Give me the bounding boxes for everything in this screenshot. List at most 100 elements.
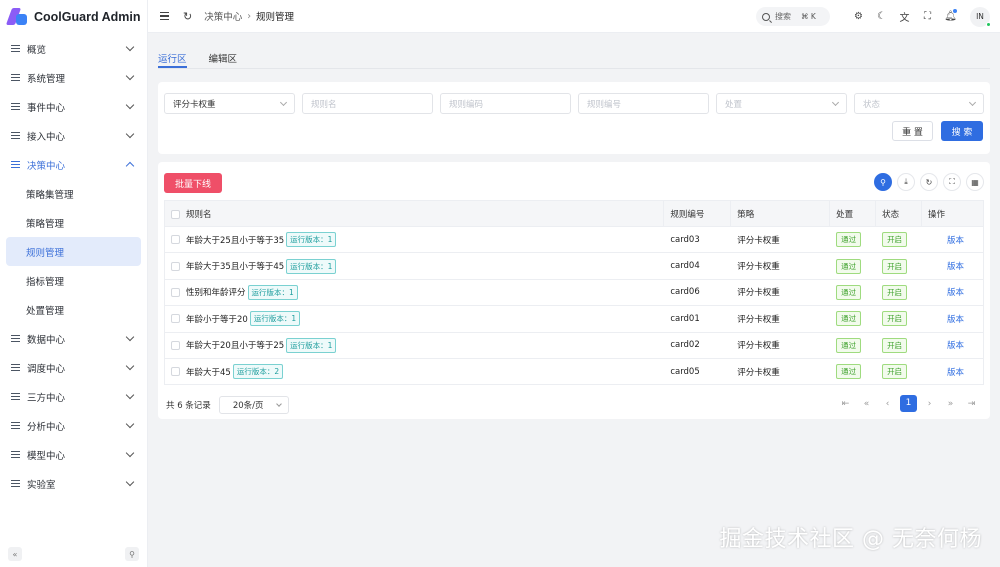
- table-row: 年龄大于25且小于等于35 运行版本：1 card03 评分卡权重 通过 开启 版…: [163, 226, 984, 254]
- menu-icon: [11, 102, 20, 111]
- breadcrumb-item[interactable]: 决策中心: [204, 9, 242, 23]
- version-link[interactable]: 版本: [928, 286, 983, 298]
- sidebar-item-lab[interactable]: 实验室: [0, 469, 147, 498]
- version-tag: 运行版本：1: [249, 311, 301, 327]
- refresh-icon[interactable]: ↻: [183, 10, 192, 23]
- chevron-down-icon: [831, 98, 840, 107]
- sidebar-item-decision[interactable]: 决策中心: [0, 150, 147, 179]
- prev-group-icon[interactable]: «: [856, 399, 877, 409]
- disposal-tag: 通过: [836, 311, 862, 327]
- rule-name: 年龄大于45: [186, 367, 231, 378]
- chevron-down-icon: [275, 401, 282, 407]
- sidebar-item-label: 概览: [27, 44, 47, 56]
- column-settings-icon[interactable]: ▦: [966, 173, 984, 191]
- batch-offline-button[interactable]: 批量下线: [164, 173, 222, 193]
- table-row: 性别和年龄评分 运行版本：1 card06 评分卡权重 通过 开启 版本: [163, 279, 984, 307]
- sidebar-item-label: 三方中心: [27, 392, 66, 404]
- toggle-search-icon[interactable]: ⚲: [874, 173, 892, 191]
- sidebar-item-access[interactable]: 接入中心: [0, 121, 147, 150]
- row-checkbox[interactable]: [171, 367, 180, 377]
- dark-mode-moon-icon[interactable]: ☾: [870, 11, 893, 22]
- disposal-select[interactable]: 处置: [716, 93, 847, 114]
- sidebar-item-system[interactable]: 系统管理: [0, 63, 147, 92]
- page-nav: ⇤ « ‹ 1 › » ⇥: [835, 395, 982, 412]
- collapse-sidebar-icon[interactable]: «: [8, 547, 22, 561]
- page-number-current[interactable]: 1: [900, 395, 917, 412]
- select-all-checkbox[interactable]: [171, 209, 180, 219]
- tab-editing[interactable]: 编辑区: [209, 45, 238, 68]
- row-checkbox[interactable]: [171, 340, 180, 350]
- sidebar-item-model[interactable]: 模型中心: [0, 440, 147, 469]
- bell-icon[interactable]: 🔔︎: [939, 9, 962, 22]
- search-button[interactable]: 搜 索: [941, 121, 983, 141]
- menu-icon: [11, 392, 20, 401]
- sidebar-item-thirdparty[interactable]: 三方中心: [0, 382, 147, 411]
- download-icon[interactable]: ⤓: [897, 173, 915, 191]
- col-label: 规则名: [186, 209, 212, 220]
- refresh-icon[interactable]: ↻: [920, 173, 938, 191]
- row-checkbox[interactable]: [171, 287, 180, 297]
- version-tag: 运行版本：1: [286, 337, 337, 353]
- rule-strategy: 评分卡权重: [730, 279, 830, 307]
- page-size-select[interactable]: 20条/页: [218, 396, 289, 414]
- rule-number-input[interactable]: 规则编号: [578, 93, 709, 114]
- rule-strategy: 评分卡权重: [730, 226, 830, 254]
- version-link[interactable]: 版本: [928, 313, 983, 325]
- col-rule-name[interactable]: 规则名: [163, 200, 665, 227]
- hamburger-icon[interactable]: [160, 12, 169, 20]
- version-link[interactable]: 版本: [928, 260, 983, 272]
- sidebar-item-overview[interactable]: 概览: [0, 34, 147, 63]
- disposal-tag: 通过: [836, 258, 862, 274]
- tab-running[interactable]: 运行区: [158, 45, 187, 68]
- sidebar-subitem-disposal[interactable]: 处置管理: [0, 295, 147, 324]
- last-page-icon[interactable]: ⇥: [961, 399, 982, 409]
- rule-name-input[interactable]: 规则名: [302, 93, 433, 114]
- avatar[interactable]: IN: [970, 6, 991, 27]
- sidebar-item-data[interactable]: 数据中心: [0, 324, 147, 353]
- sidebar-subitem-strategy[interactable]: 策略管理: [0, 208, 147, 237]
- strategy-select[interactable]: 评分卡权重: [164, 93, 295, 114]
- sidebar-item-label: 实验室: [27, 479, 56, 491]
- pin-icon[interactable]: ⚲: [125, 547, 139, 561]
- next-group-icon[interactable]: »: [940, 399, 961, 409]
- brand[interactable]: CoolGuard Admin: [0, 0, 147, 34]
- prev-page-icon[interactable]: ‹: [877, 399, 898, 409]
- sidebar-subitem-rules[interactable]: 规则管理: [6, 237, 141, 266]
- sidebar-item-label: 调度中心: [27, 363, 66, 375]
- settings-gear-icon[interactable]: ⚙: [847, 11, 870, 22]
- disposal-placeholder: 处置: [725, 99, 743, 110]
- search-icon: [762, 12, 770, 21]
- sidebar-subitem-strategy-set[interactable]: 策略集管理: [0, 179, 147, 208]
- fullscreen-icon[interactable]: ⛶: [916, 11, 939, 22]
- menu-icon: [11, 363, 20, 372]
- chevron-down-icon: [125, 390, 135, 400]
- row-checkbox[interactable]: [171, 235, 180, 245]
- version-link[interactable]: 版本: [928, 339, 983, 351]
- menu-icon: [11, 450, 20, 459]
- sidebar-item-analysis[interactable]: 分析中心: [0, 411, 147, 440]
- app-title: CoolGuard Admin: [34, 10, 141, 24]
- chevron-down-icon: [125, 419, 135, 429]
- translate-icon[interactable]: 文: [893, 9, 916, 24]
- first-page-icon[interactable]: ⇤: [835, 399, 856, 409]
- fullscreen-icon[interactable]: ⛶: [943, 173, 961, 191]
- global-search[interactable]: 搜索 ⌘ K: [756, 7, 830, 26]
- row-checkbox[interactable]: [171, 314, 180, 324]
- next-page-icon[interactable]: ›: [919, 399, 940, 409]
- status-badge: 开启: [882, 311, 908, 327]
- sidebar-item-label: 事件中心: [27, 102, 66, 114]
- sidebar-item-events[interactable]: 事件中心: [0, 92, 147, 121]
- version-link[interactable]: 版本: [928, 366, 983, 378]
- reset-button[interactable]: 重 置: [892, 121, 933, 141]
- sidebar-item-schedule[interactable]: 调度中心: [0, 353, 147, 382]
- filter-panel: 评分卡权重 规则名 规则编码 规则编号 处置 状态 重 置 搜 索: [158, 82, 990, 154]
- rules-table: 规则名 规则编号 策略 处置 状态 操作 年龄大于25且小于等于35 运行版本：1…: [163, 200, 984, 386]
- status-select[interactable]: 状态: [854, 93, 984, 114]
- version-link[interactable]: 版本: [928, 234, 983, 246]
- table-row: 年龄大于45 运行版本：2 card05 评分卡权重 通过 开启 版本: [163, 358, 984, 386]
- top-header: ↻ 决策中心 › 规则管理 搜索 ⌘ K ⚙ ☾ 文 ⛶ 🔔︎ IN: [148, 0, 1000, 33]
- rule-code-input[interactable]: 规则编码: [440, 93, 571, 114]
- rule-code: card01: [663, 305, 731, 333]
- sidebar-subitem-indicator[interactable]: 指标管理: [0, 266, 147, 295]
- row-checkbox[interactable]: [171, 261, 180, 271]
